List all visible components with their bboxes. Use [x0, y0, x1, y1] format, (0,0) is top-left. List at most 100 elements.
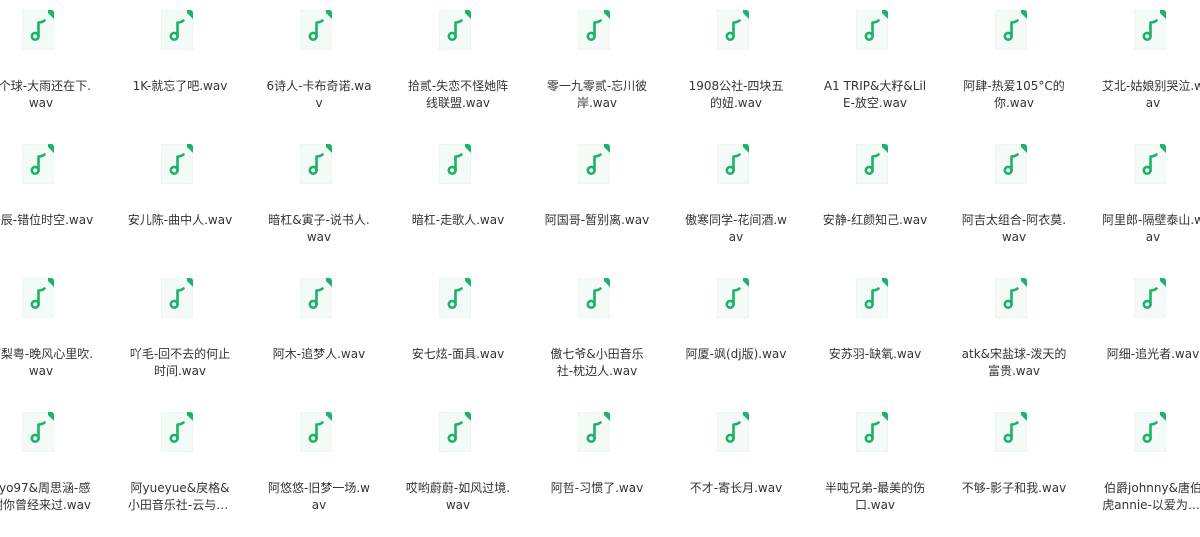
file-name: 傲寒同学-花间酒.wav [685, 213, 787, 244]
music-note-file-icon [856, 144, 888, 184]
file-item[interactable]: atk&宋盐球-泼天的富贵.wav [959, 268, 1069, 394]
file-item[interactable]: 阿yueyue&戾格&小田音乐社-云与海.wav [125, 402, 235, 528]
music-note-file-icon [300, 412, 332, 452]
file-item[interactable]: 安静-红颜知己.wav [820, 134, 930, 260]
file-name: 暗杠&寅子-说书人.wav [268, 213, 370, 244]
file-item[interactable]: 哎哟蔚蔚-如风过境.wav [403, 402, 513, 528]
music-note-file-icon [995, 278, 1027, 318]
music-note-file-icon [1134, 10, 1166, 50]
file-name: 安儿陈-曲中人.wav [127, 213, 233, 227]
music-note-file-icon [161, 144, 193, 184]
file-item[interactable]: 伯爵johnny&唐伯虎annie-以爱为名.wav [1098, 402, 1200, 528]
file-name: 阿细-追光者.wav [1106, 347, 1200, 361]
file-name: 1908公社-四块五的妞.wav [688, 79, 784, 110]
music-note-file-icon [300, 144, 332, 184]
music-note-file-icon [439, 144, 471, 184]
music-note-file-icon [578, 10, 610, 50]
music-note-file-icon [856, 412, 888, 452]
file-item[interactable]: 不够-影子和我.wav [959, 402, 1069, 528]
file-item[interactable]: 安苏羽-缺氧.wav [820, 268, 930, 394]
file-name: 半吨兄弟-最美的伤口.wav [824, 481, 926, 512]
music-note-file-icon [717, 412, 749, 452]
file-name: 阿悠悠-旧梦一场.wav [268, 481, 370, 512]
file-item[interactable]: 吖毛-回不去的何止时间.wav [125, 268, 235, 394]
file-item[interactable]: 拾贰-失恋不怪她阵线联盟.wav [403, 0, 513, 126]
file-item[interactable]: 阿里郎-隔壁泰山.wav [1098, 134, 1200, 260]
file-item[interactable]: 阿厦-飒(dj版).wav [681, 268, 791, 394]
file-name: 安苏羽-缺氧.wav [828, 347, 922, 361]
file-item[interactable]: 艾辰-错位时空.wav [0, 134, 96, 260]
music-note-file-icon [300, 278, 332, 318]
music-note-file-icon [161, 10, 193, 50]
file-item[interactable]: 暗杠-走歌人.wav [403, 134, 513, 260]
music-note-file-icon [717, 10, 749, 50]
music-note-file-icon [22, 278, 54, 318]
file-item[interactable]: 傲七爷&小田音乐社-枕边人.wav [542, 268, 652, 394]
file-item[interactable]: A1 TRIP&大籽&Lil E-放空.wav [820, 0, 930, 126]
music-note-file-icon [856, 10, 888, 50]
file-name: 艾北-姑娘别哭泣.wav [1102, 79, 1200, 110]
music-note-file-icon [1134, 412, 1166, 452]
music-note-file-icon [995, 10, 1027, 50]
file-item[interactable]: 零一九零贰-忘川彼岸.wav [542, 0, 652, 126]
file-item[interactable]: 不才-寄长月.wav [681, 402, 791, 528]
file-name: 阿梨粤-晚风心里吹.wav [0, 347, 94, 378]
music-note-file-icon [439, 412, 471, 452]
file-name: 暗杠-走歌人.wav [411, 213, 505, 227]
file-name: 阿厦-飒(dj版).wav [685, 347, 787, 361]
file-item[interactable]: 6诗人-卡布奇诺.wav [264, 0, 374, 126]
file-name: 阿yueyue&戾格&小田音乐社-云与海.wav [127, 481, 233, 512]
file-item[interactable]: 阿木-追梦人.wav [264, 268, 374, 394]
music-note-file-icon [578, 144, 610, 184]
music-note-file-icon [856, 278, 888, 318]
music-note-file-icon [161, 278, 193, 318]
file-name: 艾辰-错位时空.wav [0, 213, 94, 227]
file-item[interactable]: 阿悠悠-旧梦一场.wav [264, 402, 374, 528]
file-item[interactable]: 艾北-姑娘别哭泣.wav [1098, 0, 1200, 126]
music-note-file-icon [1134, 278, 1166, 318]
file-item[interactable]: 傲寒同学-花间酒.wav [681, 134, 791, 260]
music-note-file-icon [439, 278, 471, 318]
file-name: 不才-寄长月.wav [689, 481, 783, 495]
file-item[interactable]: 暗杠&寅子-说书人.wav [264, 134, 374, 260]
music-note-file-icon [995, 144, 1027, 184]
file-item[interactable]: 阿哲-习惯了.wav [542, 402, 652, 528]
music-note-file-icon [717, 144, 749, 184]
file-name: 哎哟蔚蔚-如风过境.wav [405, 481, 511, 512]
file-name: 阿国哥-暂别离.wav [544, 213, 650, 227]
file-item[interactable]: 半吨兄弟-最美的伤口.wav [820, 402, 930, 528]
file-name: 1K-就忘了吧.wav [132, 79, 228, 93]
file-item[interactable]: 1个球-大雨还在下.wav [0, 0, 96, 126]
music-note-file-icon [578, 278, 610, 318]
music-note-file-icon [22, 10, 54, 50]
file-item[interactable]: 阿吉太组合-阿衣莫.wav [959, 134, 1069, 260]
file-name: 吖毛-回不去的何止时间.wav [129, 347, 231, 378]
file-grid: 1个球-大雨还在下.wav 1K-就忘了吧.wav 6诗人-卡布奇诺.wav 拾贰-失… [0, 0, 1200, 537]
music-note-file-icon [1134, 144, 1166, 184]
music-note-file-icon [439, 10, 471, 50]
file-item[interactable]: 阿肆-热爱105°C的你.wav [959, 0, 1069, 126]
music-note-file-icon [22, 412, 54, 452]
music-note-file-icon [717, 278, 749, 318]
file-name: 阿木-追梦人.wav [272, 347, 366, 361]
music-note-file-icon [300, 10, 332, 50]
music-note-file-icon [578, 412, 610, 452]
file-name: 安静-红颜知己.wav [822, 213, 928, 227]
file-item[interactable]: 安儿陈-曲中人.wav [125, 134, 235, 260]
file-item[interactable]: 阿细-追光者.wav [1098, 268, 1200, 394]
file-name: 6诗人-卡布奇诺.wav [266, 79, 372, 110]
file-name: 阿里郎-隔壁泰山.wav [1102, 213, 1200, 244]
file-item[interactable]: ayo97&周思涵-感谢你曾经来过.wav [0, 402, 96, 528]
file-item[interactable]: 1908公社-四块五的妞.wav [681, 0, 791, 126]
file-name: ayo97&周思涵-感谢你曾经来过.wav [0, 481, 92, 512]
file-item[interactable]: 安七炫-面具.wav [403, 268, 513, 394]
file-item[interactable]: 阿国哥-暂别离.wav [542, 134, 652, 260]
file-name: A1 TRIP&大籽&Lil E-放空.wav [823, 79, 927, 110]
file-name: 阿吉太组合-阿衣莫.wav [961, 213, 1067, 244]
file-name: 零一九零贰-忘川彼岸.wav [546, 79, 648, 110]
file-name: 安七炫-面具.wav [411, 347, 505, 361]
file-name: 1个球-大雨还在下.wav [0, 79, 91, 110]
file-name: 拾贰-失恋不怪她阵线联盟.wav [407, 79, 509, 110]
file-item[interactable]: 1K-就忘了吧.wav [125, 0, 235, 126]
file-item[interactable]: 阿梨粤-晚风心里吹.wav [0, 268, 96, 394]
